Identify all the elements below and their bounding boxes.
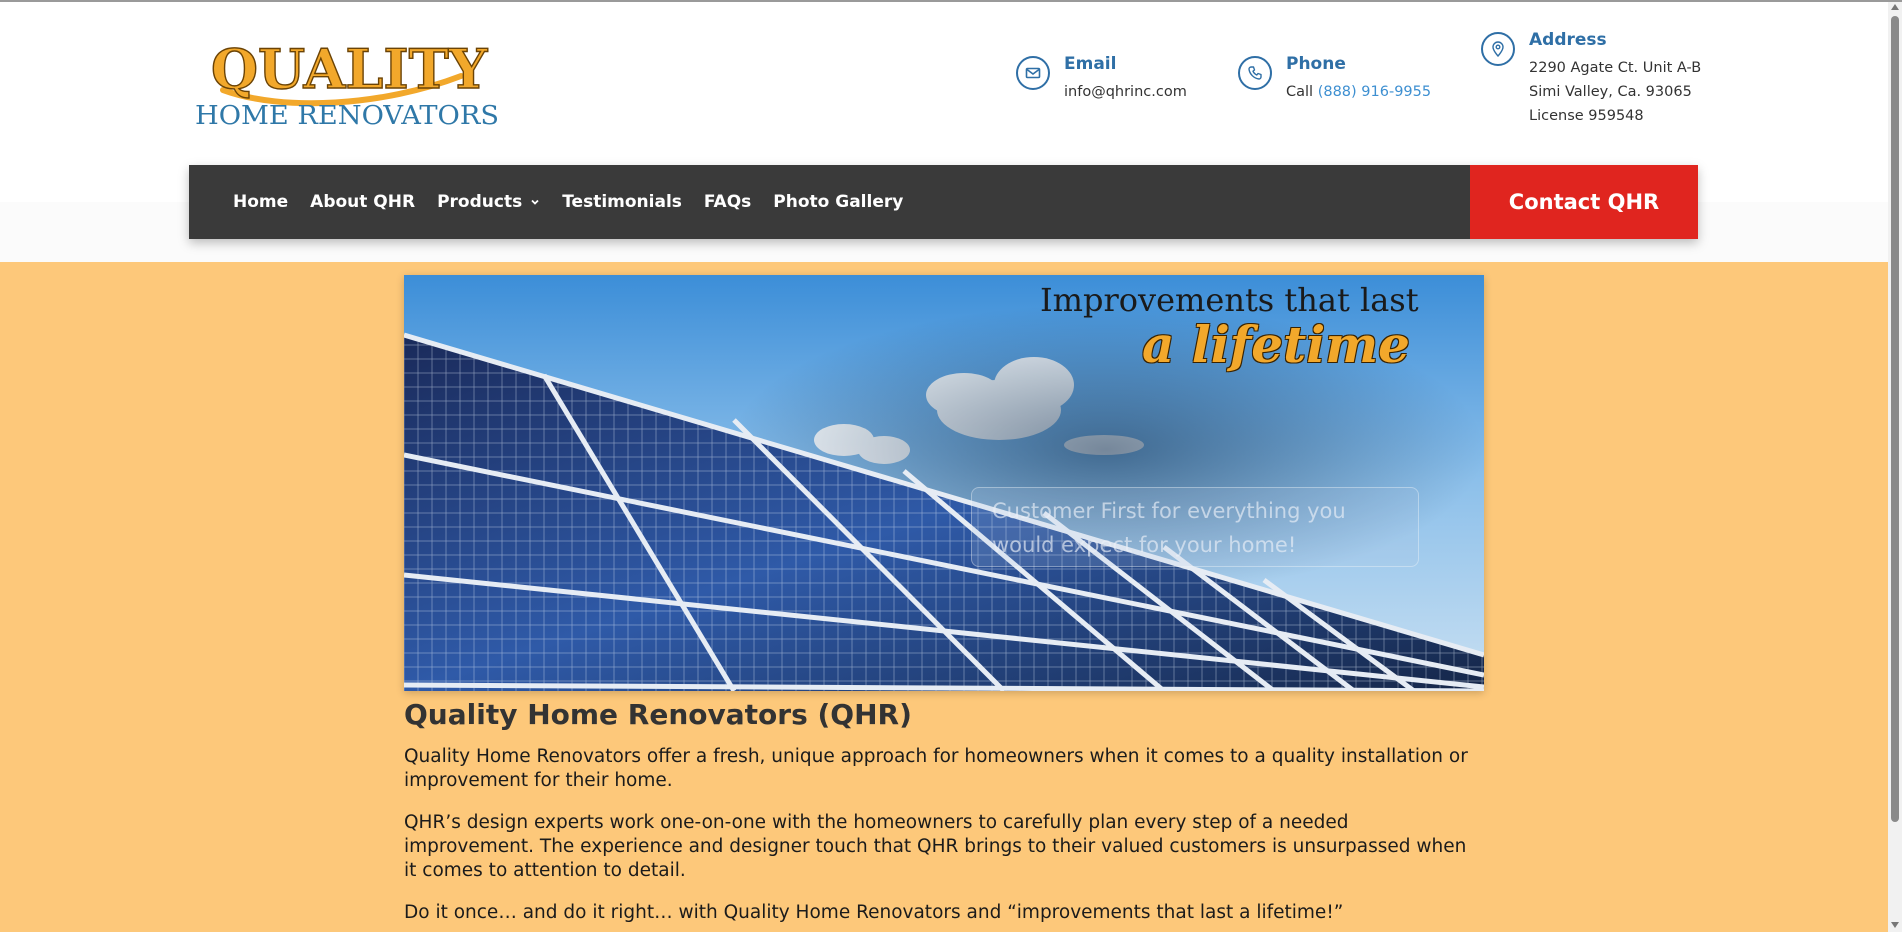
phone-prefix: Call (1286, 84, 1314, 100)
hero-banner: Improvements that last a lifetime Custom… (404, 275, 1484, 691)
email-contact: Email info@qhrinc.com (1016, 54, 1187, 104)
map-pin-icon (1481, 32, 1515, 66)
license-number: License 959548 (1529, 108, 1644, 124)
logo-wordmark-home-renovators: HOME RENOVATORS (195, 101, 499, 128)
hero-caption: Customer First for everything you would … (971, 487, 1419, 567)
intro-section: Quality Home Renovators (QHR) Quality Ho… (404, 698, 1484, 943)
intro-paragraph-1: Quality Home Renovators offer a fresh, u… (404, 746, 1468, 791)
hero-tagline-line1: Improvements that last (1040, 281, 1419, 319)
page-title: Quality Home Renovators (QHR) (404, 698, 912, 731)
nav-item-label: Home (233, 192, 289, 212)
phone-line: Call (888) 916-9955 (1286, 80, 1431, 104)
hero-tagline-line2: a lifetime (1142, 315, 1410, 374)
nav-item-label: Photo Gallery (773, 192, 904, 212)
main-navigation: Home About QHR Products Testimonials FAQ… (189, 165, 1698, 239)
intro-paragraph-2: QHR’s design experts work one-on-one wit… (404, 812, 1467, 881)
address-title: Address (1529, 30, 1607, 50)
phone-contact: Phone Call (888) 916-9955 (1238, 54, 1431, 104)
nav-item-label: Testimonials (562, 192, 682, 212)
address-line-1: 2290 Agate Ct. Unit A-B (1529, 60, 1702, 76)
site-logo[interactable]: QUALITY HOME RENOVATORS (193, 32, 503, 128)
nav-item-photo-gallery[interactable]: Photo Gallery (773, 192, 903, 212)
intro-paragraph-3: Do it once… and do it right… with Qualit… (404, 902, 1344, 923)
chevron-down-icon (531, 199, 539, 205)
vertical-scrollbar[interactable] (1888, 2, 1902, 932)
nav-item-about-qhr[interactable]: About QHR (310, 192, 415, 212)
scroll-down-arrow-icon[interactable] (1891, 922, 1899, 928)
nav-menu: Home About QHR Products Testimonials FAQ… (233, 165, 903, 239)
email-title: Email (1064, 54, 1117, 74)
scrollbar-thumb[interactable] (1891, 16, 1899, 822)
address-contact: Address 2290 Agate Ct. Unit A-B Simi Val… (1481, 30, 1701, 128)
nav-item-faqs[interactable]: FAQs (704, 192, 751, 212)
contact-qhr-button[interactable]: Contact QHR (1470, 165, 1698, 239)
envelope-icon (1016, 56, 1050, 90)
nav-item-label: About QHR (310, 192, 416, 212)
phone-number-link[interactable]: (888) 916-9955 (1318, 84, 1431, 100)
logo-wordmark-quality: QUALITY (211, 37, 489, 101)
nav-item-products[interactable]: Products (437, 192, 540, 212)
nav-item-label: Products (437, 192, 523, 212)
email-address[interactable]: info@qhrinc.com (1064, 80, 1187, 104)
nav-item-home[interactable]: Home (233, 192, 288, 212)
phone-icon (1238, 56, 1272, 90)
nav-item-label: FAQs (703, 192, 752, 212)
scroll-up-arrow-icon[interactable] (1891, 4, 1899, 10)
address-line-2: Simi Valley, Ca. 93065 (1529, 84, 1692, 100)
nav-item-testimonials[interactable]: Testimonials (562, 192, 682, 212)
phone-title: Phone (1286, 54, 1346, 74)
